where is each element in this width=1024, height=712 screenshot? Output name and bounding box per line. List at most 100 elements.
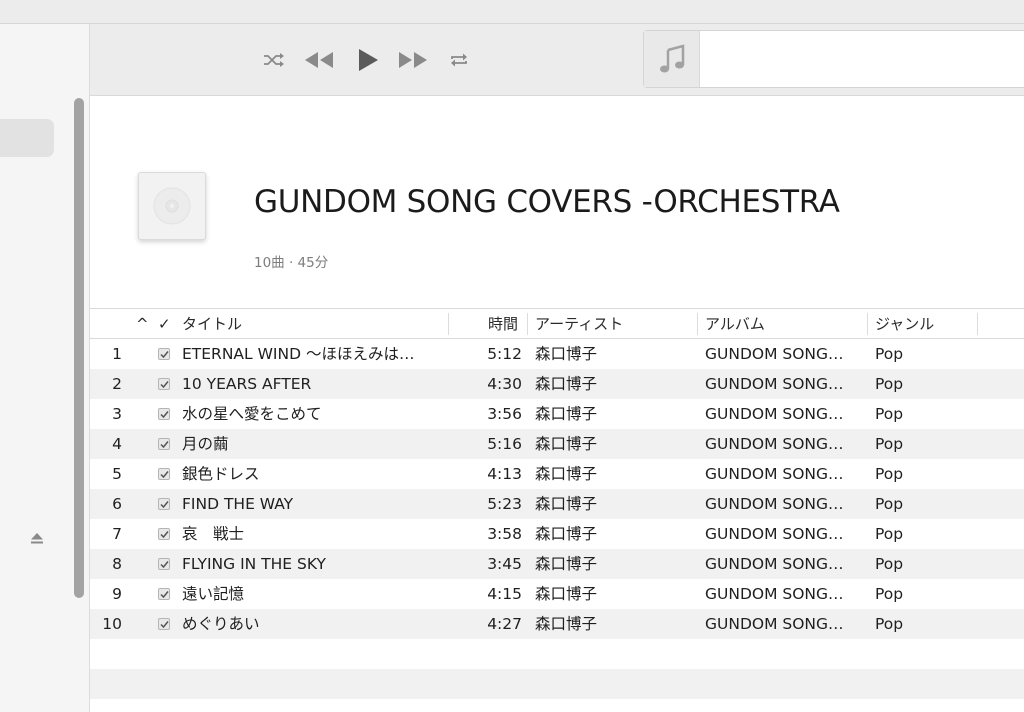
track-genre: Pop <box>875 345 904 363</box>
column-header-time[interactable]: 時間 <box>488 309 518 339</box>
track-genre: Pop <box>875 555 904 573</box>
column-header-title[interactable]: タイトル <box>182 309 242 339</box>
column-separator[interactable] <box>448 313 449 335</box>
track-time: 4:27 <box>487 615 522 633</box>
track-artist: 森口博子 <box>535 525 598 543</box>
track-checkbox[interactable] <box>158 378 170 390</box>
eject-icon[interactable] <box>30 530 44 544</box>
track-genre: Pop <box>875 495 904 513</box>
track-row[interactable]: 7 哀 戦士 3:58 森口博子 GUNDOM SONG… Pop <box>90 519 1024 549</box>
sidebar <box>0 24 90 712</box>
window-title-bar <box>0 0 1024 24</box>
now-playing-display <box>643 30 1024 88</box>
track-time: 5:23 <box>487 495 522 513</box>
track-genre: Pop <box>875 435 904 453</box>
column-separator[interactable] <box>527 313 528 335</box>
album-artwork[interactable] <box>138 172 206 240</box>
track-artist: 森口博子 <box>535 435 598 453</box>
track-row[interactable]: 9 遠い記憶 4:15 森口博子 GUNDOM SONG… Pop <box>90 579 1024 609</box>
track-time: 4:15 <box>487 585 522 603</box>
empty-row <box>90 669 1024 699</box>
track-table-header: ^ ✓ タイトル 時間 アーティスト アルバム ジャンル <box>90 308 1024 339</box>
column-header-album[interactable]: アルバム <box>705 309 765 339</box>
track-artist: 森口博子 <box>535 375 598 393</box>
album-title: GUNDOM SONG COVERS -ORCHESTRA <box>254 184 840 220</box>
track-checkbox[interactable] <box>158 348 170 360</box>
track-row[interactable]: 2 10 YEARS AFTER 4:30 森口博子 GUNDOM SONG… … <box>90 369 1024 399</box>
track-genre: Pop <box>875 465 904 483</box>
track-number: 4 <box>112 435 122 453</box>
track-row[interactable]: 5 銀色ドレス 4:13 森口博子 GUNDOM SONG… Pop <box>90 459 1024 489</box>
track-album: GUNDOM SONG… <box>705 495 844 513</box>
track-checkbox[interactable] <box>158 408 170 420</box>
repeat-icon[interactable] <box>443 44 475 76</box>
album-track-count-duration: 10曲 · 45分 <box>254 255 329 271</box>
track-album: GUNDOM SONG… <box>705 525 844 543</box>
track-number: 3 <box>112 405 122 423</box>
column-header-check[interactable]: ✓ <box>158 309 171 339</box>
track-title: 哀 戦士 <box>182 525 245 543</box>
track-artist: 森口博子 <box>535 555 598 573</box>
track-artist: 森口博子 <box>535 345 598 363</box>
track-number: 10 <box>102 615 122 633</box>
track-row[interactable]: 3 水の星へ愛をこめて 3:56 森口博子 GUNDOM SONG… Pop <box>90 399 1024 429</box>
track-title: ETERNAL WIND 〜ほほえみは… <box>182 345 415 363</box>
column-separator[interactable] <box>977 313 978 335</box>
track-time: 4:13 <box>487 465 522 483</box>
track-time: 4:30 <box>487 375 522 393</box>
track-album: GUNDOM SONG… <box>705 435 844 453</box>
track-album: GUNDOM SONG… <box>705 585 844 603</box>
next-icon[interactable] <box>397 44 429 76</box>
shuffle-icon[interactable] <box>258 44 290 76</box>
track-title: 10 YEARS AFTER <box>182 375 312 393</box>
track-checkbox[interactable] <box>158 558 170 570</box>
track-title: FIND THE WAY <box>182 495 294 513</box>
sidebar-selected-item[interactable] <box>0 119 54 157</box>
track-row[interactable]: 6 FIND THE WAY 5:23 森口博子 GUNDOM SONG… Po… <box>90 489 1024 519</box>
track-genre: Pop <box>875 615 904 633</box>
track-number: 6 <box>112 495 122 513</box>
track-number: 7 <box>112 525 122 543</box>
track-list: 1 ETERNAL WIND 〜ほほえみは… 5:12 森口博子 GUNDOM … <box>90 339 1024 639</box>
track-checkbox[interactable] <box>158 438 170 450</box>
track-checkbox[interactable] <box>158 618 170 630</box>
column-header-genre[interactable]: ジャンル <box>875 309 934 339</box>
track-number: 1 <box>112 345 122 363</box>
track-checkbox[interactable] <box>158 588 170 600</box>
column-header-artist[interactable]: アーティスト <box>535 309 623 339</box>
track-time: 3:45 <box>487 555 522 573</box>
track-genre: Pop <box>875 585 904 603</box>
track-row[interactable]: 1 ETERNAL WIND 〜ほほえみは… 5:12 森口博子 GUNDOM … <box>90 339 1024 369</box>
track-time: 5:12 <box>487 345 522 363</box>
previous-icon[interactable] <box>303 44 335 76</box>
track-time: 3:56 <box>487 405 522 423</box>
column-separator[interactable] <box>867 313 868 335</box>
track-number: 9 <box>112 585 122 603</box>
track-genre: Pop <box>875 405 904 423</box>
sidebar-scrollbar[interactable] <box>74 98 84 598</box>
track-row[interactable]: 4 月の繭 5:16 森口博子 GUNDOM SONG… Pop <box>90 429 1024 459</box>
track-row[interactable]: 8 FLYING IN THE SKY 3:45 森口博子 GUNDOM SON… <box>90 549 1024 579</box>
track-number: 2 <box>112 375 122 393</box>
track-title: 月の繭 <box>182 435 229 453</box>
track-number: 8 <box>112 555 122 573</box>
track-album: GUNDOM SONG… <box>705 405 844 423</box>
track-album: GUNDOM SONG… <box>705 555 844 573</box>
track-checkbox[interactable] <box>158 528 170 540</box>
track-title: めぐりあい <box>182 615 260 633</box>
track-artist: 森口博子 <box>535 615 598 633</box>
track-checkbox[interactable] <box>158 468 170 480</box>
track-time: 3:58 <box>487 525 522 543</box>
column-separator[interactable] <box>697 313 698 335</box>
track-album: GUNDOM SONG… <box>705 465 844 483</box>
play-icon[interactable] <box>352 44 384 76</box>
sort-indicator-icon[interactable]: ^ <box>136 309 149 339</box>
playback-toolbar <box>90 24 1024 96</box>
track-row[interactable]: 10 めぐりあい 4:27 森口博子 GUNDOM SONG… Pop <box>90 609 1024 639</box>
track-artist: 森口博子 <box>535 405 598 423</box>
track-genre: Pop <box>875 375 904 393</box>
track-checkbox[interactable] <box>158 498 170 510</box>
music-note-icon <box>644 31 700 87</box>
track-genre: Pop <box>875 525 904 543</box>
track-album: GUNDOM SONG… <box>705 345 844 363</box>
